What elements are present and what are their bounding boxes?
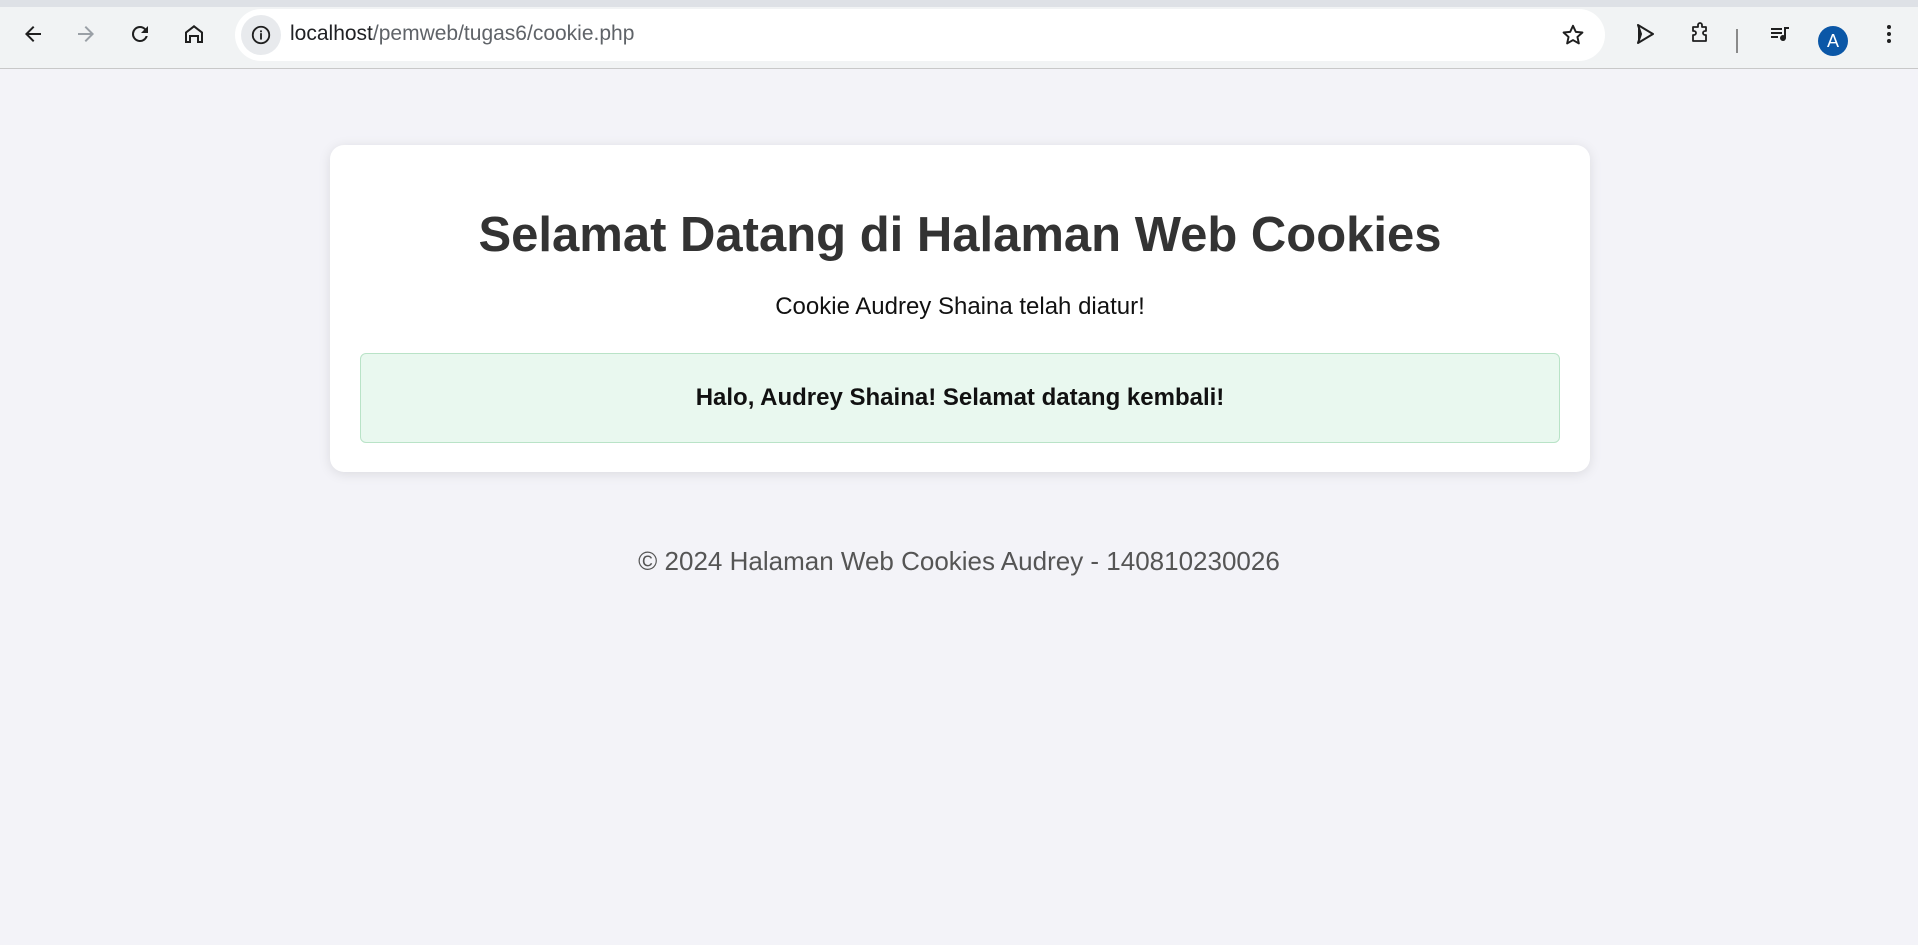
extensions-button[interactable] [1680,14,1720,54]
browser-toolbar: localhost/pemweb/tugas6/cookie.php A [0,0,1918,69]
menu-button[interactable] [1869,14,1909,54]
extensions-icon [1692,22,1707,42]
site-info-icon [251,25,271,45]
back-icon [25,26,41,42]
welcome-card: Selamat Datang di Halaman Web Cookies Co… [330,145,1590,472]
send-button[interactable] [1625,14,1665,54]
back-button[interactable] [13,14,53,54]
footer-text: © 2024 Halaman Web Cookies Audrey - 1408… [638,546,1280,576]
home-button[interactable] [174,14,214,54]
bookmark-button[interactable] [1559,21,1587,49]
url-host: localhost [290,22,373,45]
menu-dots-icon [1887,25,1891,43]
send-cursor-icon [1637,24,1654,44]
home-icon [185,25,203,43]
bookmark-star-icon [1562,24,1584,45]
reload-icon [131,25,148,42]
address-bar[interactable]: localhost/pemweb/tugas6/cookie.php [235,9,1605,61]
toolbar-separator [1736,29,1738,53]
page-title: Selamat Datang di Halaman Web Cookies [478,208,1442,262]
media-controls-icon [1771,27,1789,42]
media-controls-button[interactable] [1760,14,1800,54]
site-info-button[interactable] [241,15,281,55]
cookie-status-text: Cookie Audrey Shaina telah diatur! [775,293,1145,320]
profile-avatar[interactable]: A [1818,26,1848,56]
url-text[interactable]: localhost/pemweb/tugas6/cookie.php [290,22,634,46]
forward-icon [78,26,94,42]
reload-button[interactable] [120,14,160,54]
greeting-message: Halo, Audrey Shaina! Selamat datang kemb… [360,353,1560,443]
url-path: /pemweb/tugas6/cookie.php [372,22,635,45]
forward-button[interactable] [66,14,106,54]
